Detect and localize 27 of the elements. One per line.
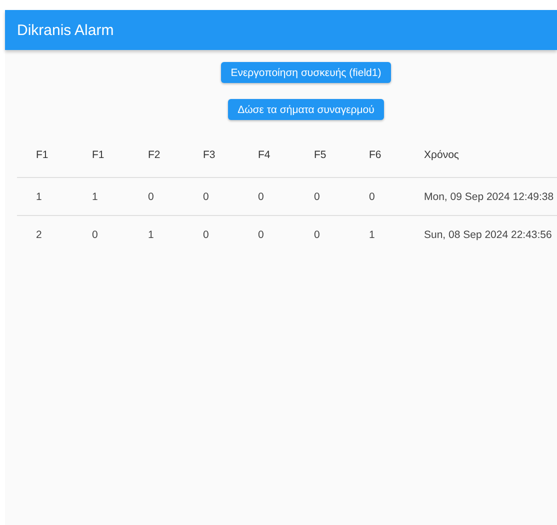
table-cell-text: 0	[203, 190, 210, 202]
table-cell-text: 2	[36, 228, 43, 240]
column-header: F6	[369, 148, 382, 160]
column-header: F5	[314, 148, 328, 160]
table-cell-text: 0	[258, 190, 265, 202]
table-cell-text: 0	[369, 190, 376, 202]
app-title: Dikranis Alarm	[17, 22, 114, 38]
table-cell-text: 0	[314, 190, 321, 202]
column-header: F4	[258, 148, 272, 160]
table-cell-text: 1	[92, 190, 99, 202]
table-cell-text: Sun, 08 Sep 2024 22:43:56	[424, 228, 553, 240]
table-cell-text: 1	[36, 190, 43, 202]
table-cell-text: 0	[203, 228, 210, 240]
action-button[interactable]: Δώσε τα σήματα συναγερμού	[228, 99, 384, 120]
action-button[interactable]: Ενεργοποίηση συσκευής (field1)	[220, 62, 392, 83]
table-cell-text: 0	[92, 228, 99, 240]
table-cell-text: Mon, 09 Sep 2024 12:49:38	[424, 190, 555, 202]
column-header: F2	[148, 148, 162, 160]
column-header: Χρόνος	[424, 148, 460, 160]
column-header: F3	[203, 148, 216, 160]
table-cell-text: 1	[148, 228, 155, 240]
table-cell-text: 0	[258, 228, 265, 240]
table-cell-text: 0	[148, 190, 155, 202]
table-cell-text: 0	[314, 228, 321, 240]
column-header: F1	[92, 148, 106, 160]
table-cell-text: 1	[369, 228, 376, 240]
column-header: F1	[36, 148, 50, 160]
